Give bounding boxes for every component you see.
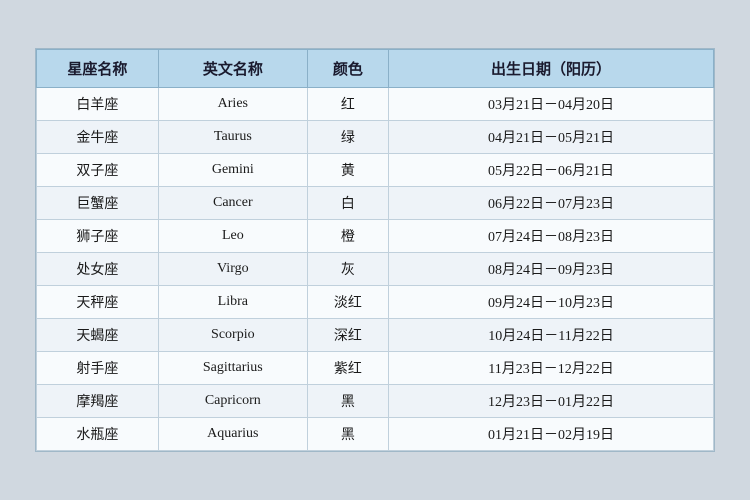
header-chinese: 星座名称 [37,50,159,88]
zodiac-table-container: 星座名称 英文名称 颜色 出生日期（阳历） 白羊座Aries红03月21日－04… [35,48,715,452]
cell-color: 橙 [307,220,388,253]
table-row: 金牛座Taurus绿04月21日－05月21日 [37,121,714,154]
cell-chinese: 天秤座 [37,286,159,319]
cell-chinese: 处女座 [37,253,159,286]
cell-english: Virgo [158,253,307,286]
zodiac-table: 星座名称 英文名称 颜色 出生日期（阳历） 白羊座Aries红03月21日－04… [36,49,714,451]
cell-color: 绿 [307,121,388,154]
cell-english: Capricorn [158,385,307,418]
cell-english: Scorpio [158,319,307,352]
cell-color: 黑 [307,418,388,451]
cell-chinese: 双子座 [37,154,159,187]
cell-chinese: 射手座 [37,352,159,385]
cell-color: 淡红 [307,286,388,319]
cell-english: Sagittarius [158,352,307,385]
cell-color: 灰 [307,253,388,286]
table-row: 射手座Sagittarius紫红11月23日－12月22日 [37,352,714,385]
cell-chinese: 水瓶座 [37,418,159,451]
header-color: 颜色 [307,50,388,88]
table-row: 天秤座Libra淡红09月24日－10月23日 [37,286,714,319]
cell-color: 白 [307,187,388,220]
cell-dates: 04月21日－05月21日 [389,121,714,154]
cell-dates: 01月21日－02月19日 [389,418,714,451]
table-row: 双子座Gemini黄05月22日－06月21日 [37,154,714,187]
cell-english: Aries [158,88,307,121]
cell-dates: 06月22日－07月23日 [389,187,714,220]
cell-chinese: 巨蟹座 [37,187,159,220]
cell-dates: 03月21日－04月20日 [389,88,714,121]
cell-color: 黑 [307,385,388,418]
cell-dates: 05月22日－06月21日 [389,154,714,187]
cell-english: Aquarius [158,418,307,451]
cell-english: Gemini [158,154,307,187]
cell-chinese: 金牛座 [37,121,159,154]
table-row: 天蝎座Scorpio深红10月24日－11月22日 [37,319,714,352]
cell-color: 黄 [307,154,388,187]
table-row: 摩羯座Capricorn黑12月23日－01月22日 [37,385,714,418]
cell-dates: 11月23日－12月22日 [389,352,714,385]
cell-color: 紫红 [307,352,388,385]
cell-english: Cancer [158,187,307,220]
table-row: 巨蟹座Cancer白06月22日－07月23日 [37,187,714,220]
cell-english: Libra [158,286,307,319]
cell-color: 深红 [307,319,388,352]
table-row: 狮子座Leo橙07月24日－08月23日 [37,220,714,253]
cell-english: Leo [158,220,307,253]
table-row: 水瓶座Aquarius黑01月21日－02月19日 [37,418,714,451]
cell-dates: 07月24日－08月23日 [389,220,714,253]
header-date: 出生日期（阳历） [389,50,714,88]
cell-chinese: 狮子座 [37,220,159,253]
table-header-row: 星座名称 英文名称 颜色 出生日期（阳历） [37,50,714,88]
cell-dates: 12月23日－01月22日 [389,385,714,418]
cell-chinese: 天蝎座 [37,319,159,352]
cell-dates: 10月24日－11月22日 [389,319,714,352]
table-row: 处女座Virgo灰08月24日－09月23日 [37,253,714,286]
cell-dates: 08月24日－09月23日 [389,253,714,286]
table-row: 白羊座Aries红03月21日－04月20日 [37,88,714,121]
header-english: 英文名称 [158,50,307,88]
cell-chinese: 白羊座 [37,88,159,121]
cell-dates: 09月24日－10月23日 [389,286,714,319]
cell-color: 红 [307,88,388,121]
cell-chinese: 摩羯座 [37,385,159,418]
cell-english: Taurus [158,121,307,154]
